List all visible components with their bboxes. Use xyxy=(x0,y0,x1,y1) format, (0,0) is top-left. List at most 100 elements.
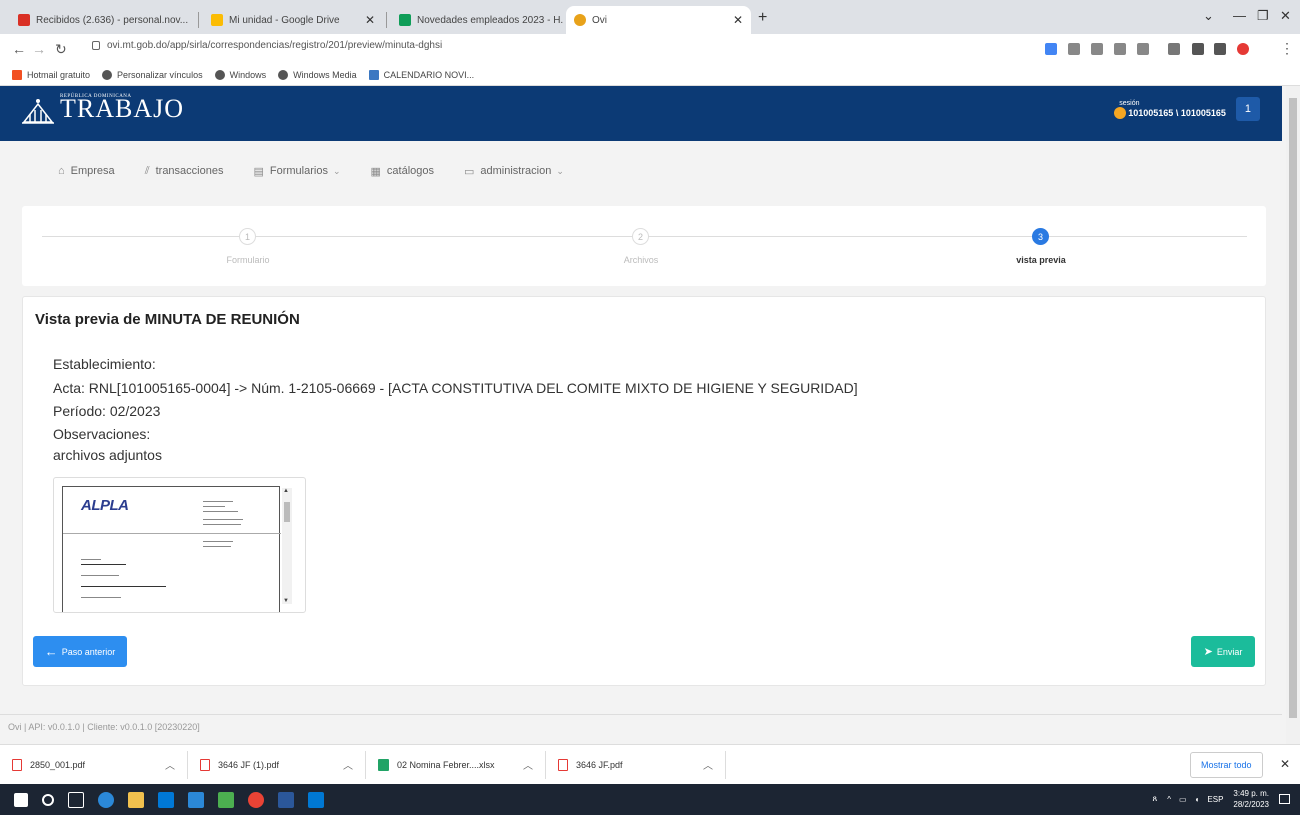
new-tab-button[interactable]: + xyxy=(758,9,767,27)
clock[interactable]: 3:49 p. m. 28/2/2023 xyxy=(1233,788,1269,810)
chevron-down-icon: ⌄ xyxy=(332,165,341,176)
system-tray: ጸ ^ ▭ ◖ ESP 3:49 p. m. 28/2/2023 xyxy=(1153,788,1290,810)
download-item[interactable]: 3646 JF.pdf ︿ xyxy=(546,750,726,779)
download-item[interactable]: 02 Nomina Febrer....xlsx ︿ xyxy=(366,750,546,779)
tab-title: Ovi xyxy=(592,14,607,26)
session-label: sesión xyxy=(1119,100,1140,107)
translate-icon[interactable] xyxy=(1091,43,1103,55)
download-item[interactable]: 2850_001.pdf ︿ xyxy=(0,750,188,779)
file-explorer-icon[interactable] xyxy=(128,791,144,808)
windows-start-icon[interactable] xyxy=(14,792,28,807)
paper-plane-icon: ➤ xyxy=(1203,646,1213,658)
nav-label: Empresa xyxy=(70,165,115,177)
nav-label: Formularios xyxy=(269,165,328,177)
nav-empresa[interactable]: ⌂ Empresa xyxy=(58,165,115,177)
notification-badge[interactable]: 1 xyxy=(1235,97,1260,121)
word-icon[interactable] xyxy=(278,791,294,808)
minimize-button[interactable]: — xyxy=(1233,8,1246,23)
calendar-icon xyxy=(368,69,379,80)
drive-icon xyxy=(211,14,223,26)
chevron-up-icon[interactable]: ︿ xyxy=(523,757,533,772)
profile-icon[interactable] xyxy=(1237,43,1249,55)
bookmark-hotmail[interactable]: Hotmail gratuito xyxy=(12,69,90,80)
close-window-button[interactable]: ✕ xyxy=(1280,8,1291,24)
close-downloads-icon[interactable]: ✕ xyxy=(1280,757,1290,771)
people-icon[interactable]: ጸ xyxy=(1153,794,1158,804)
extension-icon[interactable] xyxy=(1168,43,1180,55)
menu-icon[interactable]: ⋮ xyxy=(1280,40,1294,57)
browser-tab-bar: Recibidos (2.636) - personal.nov... ✕ Mi… xyxy=(0,0,1300,34)
step-3-circle[interactable]: 3 xyxy=(1032,228,1049,245)
tab-title: Recibidos (2.636) - personal.nov... xyxy=(36,14,189,26)
browser-tab-sheets[interactable]: Novedades empleados 2023 - H... ✕ xyxy=(391,6,563,34)
install-icon[interactable] xyxy=(1068,43,1080,55)
close-tab-icon[interactable]: ✕ xyxy=(727,13,743,27)
task-view-icon[interactable] xyxy=(68,791,84,808)
previous-step-button[interactable]: ← Paso anterior xyxy=(33,636,127,667)
send-button[interactable]: ➤ Enviar xyxy=(1191,636,1255,667)
sidepanel-icon[interactable] xyxy=(1214,43,1226,55)
nav-catalogos[interactable]: ▦ catálogos xyxy=(371,165,435,178)
close-tab-icon[interactable]: ✕ xyxy=(188,13,195,27)
page-scrollbar[interactable] xyxy=(1286,86,1300,744)
bookmark-personalizar[interactable]: Personalizar vínculos xyxy=(102,69,203,80)
chevron-up-icon[interactable]: ︿ xyxy=(165,757,175,772)
chrome-icon[interactable] xyxy=(248,791,264,808)
app-icon[interactable] xyxy=(308,791,324,808)
chevron-up-icon[interactable]: ︿ xyxy=(703,757,713,772)
bookmark-calendario[interactable]: CALENDARIO NOVI... xyxy=(368,69,474,80)
store-icon[interactable] xyxy=(158,791,174,808)
preview-title: Vista previa de MINUTA DE REUNIÓN xyxy=(35,311,300,328)
bookmark-star-icon[interactable] xyxy=(1137,43,1149,55)
show-all-downloads-button[interactable]: Mostrar todo xyxy=(1190,752,1263,778)
photos-icon[interactable] xyxy=(218,791,234,808)
browser-tab-drive[interactable]: Mi unidad - Google Drive ✕ xyxy=(203,6,383,34)
acta-field: Acta: RNL[101005165-0004] -> Núm. 1-2105… xyxy=(53,380,858,396)
tab-search-icon[interactable]: ⌄ xyxy=(1203,8,1214,24)
ministry-emblem-icon xyxy=(22,99,54,124)
sheets-icon xyxy=(399,14,411,26)
step-2-circle[interactable]: 2 xyxy=(632,228,649,245)
back-icon[interactable]: ← xyxy=(12,41,26,57)
volume-icon[interactable]: ◖ xyxy=(1195,795,1200,804)
nav-label: administracion xyxy=(480,165,552,177)
search-icon[interactable] xyxy=(42,793,54,806)
nav-transacciones[interactable]: ⫽ transacciones xyxy=(145,165,224,178)
bookmark-windows-media[interactable]: Windows Media xyxy=(278,69,357,80)
language-indicator[interactable]: ESP xyxy=(1207,795,1223,804)
chevron-up-icon[interactable]: ︿ xyxy=(343,757,353,772)
trabajo-logo[interactable]: REPÚBLICA DOMINICANA TRABAJO xyxy=(20,94,184,124)
document-logo: ALPLA xyxy=(81,497,129,514)
reload-icon[interactable]: ↻ xyxy=(55,41,67,58)
browser-tab-ovi[interactable]: Ovi ✕ xyxy=(566,6,751,34)
browser-tab-gmail[interactable]: Recibidos (2.636) - personal.nov... ✕ xyxy=(10,6,195,34)
nav-administracion[interactable]: ▭ administracion ⌄ xyxy=(464,165,564,178)
maximize-button[interactable]: ❐ xyxy=(1257,8,1269,24)
chevron-up-icon[interactable]: ^ xyxy=(1167,795,1171,804)
step-1-circle[interactable]: 1 xyxy=(239,228,256,245)
bookmark-windows[interactable]: Windows xyxy=(214,69,266,80)
puzzle-icon[interactable] xyxy=(1192,43,1204,55)
forward-icon[interactable]: → xyxy=(32,41,46,57)
thumbnail-scrollbar[interactable]: ▲ ▼ xyxy=(282,488,292,604)
network-icon[interactable]: ▭ xyxy=(1179,795,1187,804)
user-status-icon xyxy=(1114,107,1127,119)
user-menu[interactable]: sesión 101005165 \ 101005165 1 xyxy=(1114,97,1260,121)
edge-icon[interactable] xyxy=(98,791,114,808)
attachments-label: archivos adjuntos xyxy=(53,447,162,463)
downloads-bar: 2850_001.pdf ︿ 3646 JF (1).pdf ︿ 02 Nomi… xyxy=(0,744,1300,784)
mail-icon[interactable] xyxy=(188,791,204,808)
ovi-icon xyxy=(574,14,586,26)
establecimiento-field: Establecimiento: xyxy=(53,356,156,372)
nav-formularios[interactable]: ▤ Formularios ⌄ xyxy=(253,165,340,178)
download-item[interactable]: 3646 JF (1).pdf ︿ xyxy=(188,750,366,779)
bookmark-label: Personalizar vínculos xyxy=(117,69,203,80)
file-icon: ▤ xyxy=(253,165,264,178)
notifications-icon[interactable] xyxy=(1279,794,1290,804)
url-field[interactable]: ovi.mt.gob.do/app/sirla/correspondencias… xyxy=(92,40,442,51)
google-icon[interactable] xyxy=(1045,43,1057,55)
attachment-thumbnail[interactable]: ALPLA ▲ ▼ xyxy=(53,477,306,613)
close-tab-icon[interactable]: ✕ xyxy=(359,13,375,27)
share-icon[interactable] xyxy=(1114,43,1126,55)
gmail-icon xyxy=(18,14,30,26)
